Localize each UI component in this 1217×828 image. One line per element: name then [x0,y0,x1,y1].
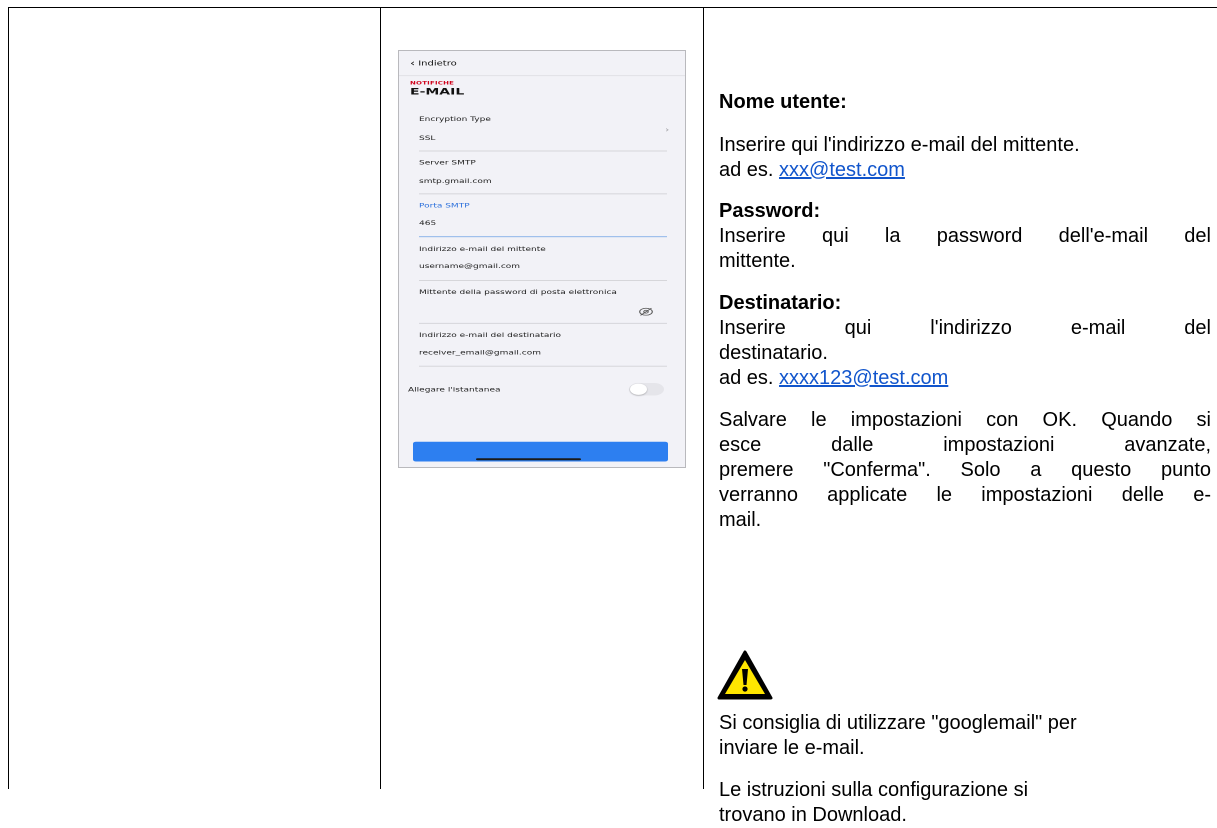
username-description: Inserire qui l'indirizzo e-mail del mitt… [719,134,1080,156]
username-example: ad es. xxx@test.com [719,159,905,181]
password-description-line2: mittente. [719,250,796,272]
username-heading: Nome utente: [719,91,847,113]
phone-screenshot: ‹ Indietro NOTIFICHE E-MAIL Encryption T… [398,50,686,468]
tip-line2: inviare le e-mail. [719,737,865,759]
recipient-email-field[interactable]: receiver_email@gmail.com [419,350,541,357]
table-column-divider-1 [380,7,381,789]
eye-slash-icon[interactable] [638,306,654,319]
field-separator [419,365,667,367]
sender-password-field[interactable] [419,306,619,317]
encryption-type-select[interactable]: SSL [419,135,435,142]
table-column-divider-2 [703,7,704,789]
recipient-description-line2: destinatario. [719,342,828,364]
sender-email-field[interactable]: username@gmail.com [419,264,520,271]
username-example-link[interactable]: xxx@test.com [779,159,905,181]
field-separator [419,150,667,152]
smtp-port-label: Porta SMTP [419,202,470,210]
table-top-border [8,7,1217,8]
recipient-example-link[interactable]: xxxx123@test.com [779,367,948,389]
warning-triangle-icon [716,649,774,701]
recipient-email-label: Indirizzo e-mail del destinatario [419,332,562,339]
save-instructions-line2: esce dalle impostazioni avanzate, [719,434,1211,456]
save-instructions-line3: premere "Conferma". Solo a questo punto [719,459,1211,481]
save-instructions-line4: verranno applicate le impostazioni delle… [719,484,1211,506]
sender-password-label: Mittente della password di posta elettro… [419,289,617,296]
chevron-left-icon: ‹ [410,58,416,69]
recipient-description-line1: Inserire qui l'indirizzo e-mail del [719,317,1211,339]
config-instructions-line1: Le istruzioni sulla configurazione si [719,779,1029,801]
save-instructions-line5: mail. [719,509,762,531]
tip-line1: Si consiglia di utilizzare "googlemail" … [719,712,1077,734]
section-label: NOTIFICHE [410,80,455,86]
page-title: E-MAIL [410,86,465,98]
home-indicator [476,458,581,461]
sender-email-label: Indirizzo e-mail del mittente [419,246,546,253]
chevron-right-icon: › [665,125,670,135]
field-separator [419,280,667,281]
smtp-server-label: Server SMTP [419,159,476,167]
field-separator [419,322,667,324]
toggle-knob [630,383,647,395]
encryption-type-label: Encryption Type [419,116,491,123]
header-divider [399,75,685,77]
field-separator [419,193,667,195]
recipient-heading: Destinatario: [719,292,842,314]
recipient-example: ad es. xxxx123@test.com [719,367,949,389]
table-left-border [8,7,9,789]
field-separator-focused [419,236,667,238]
snapshot-toggle-label: Allegare l'istantanea [408,386,501,394]
config-instructions-line2: trovano in Download. [719,804,907,826]
save-instructions-line1: Salvare le impostazioni con OK. Quando s… [719,409,1211,431]
smtp-port-field[interactable]: 465 [419,221,436,228]
password-heading: Password: [719,200,821,222]
snapshot-toggle[interactable] [629,382,664,396]
back-label: Indietro [418,60,457,68]
password-description-line1: Inserire qui la password dell'e-mail del [719,225,1211,247]
back-button[interactable]: ‹ Indietro [410,58,457,69]
smtp-server-field[interactable]: smtp.gmail.com [419,178,492,185]
